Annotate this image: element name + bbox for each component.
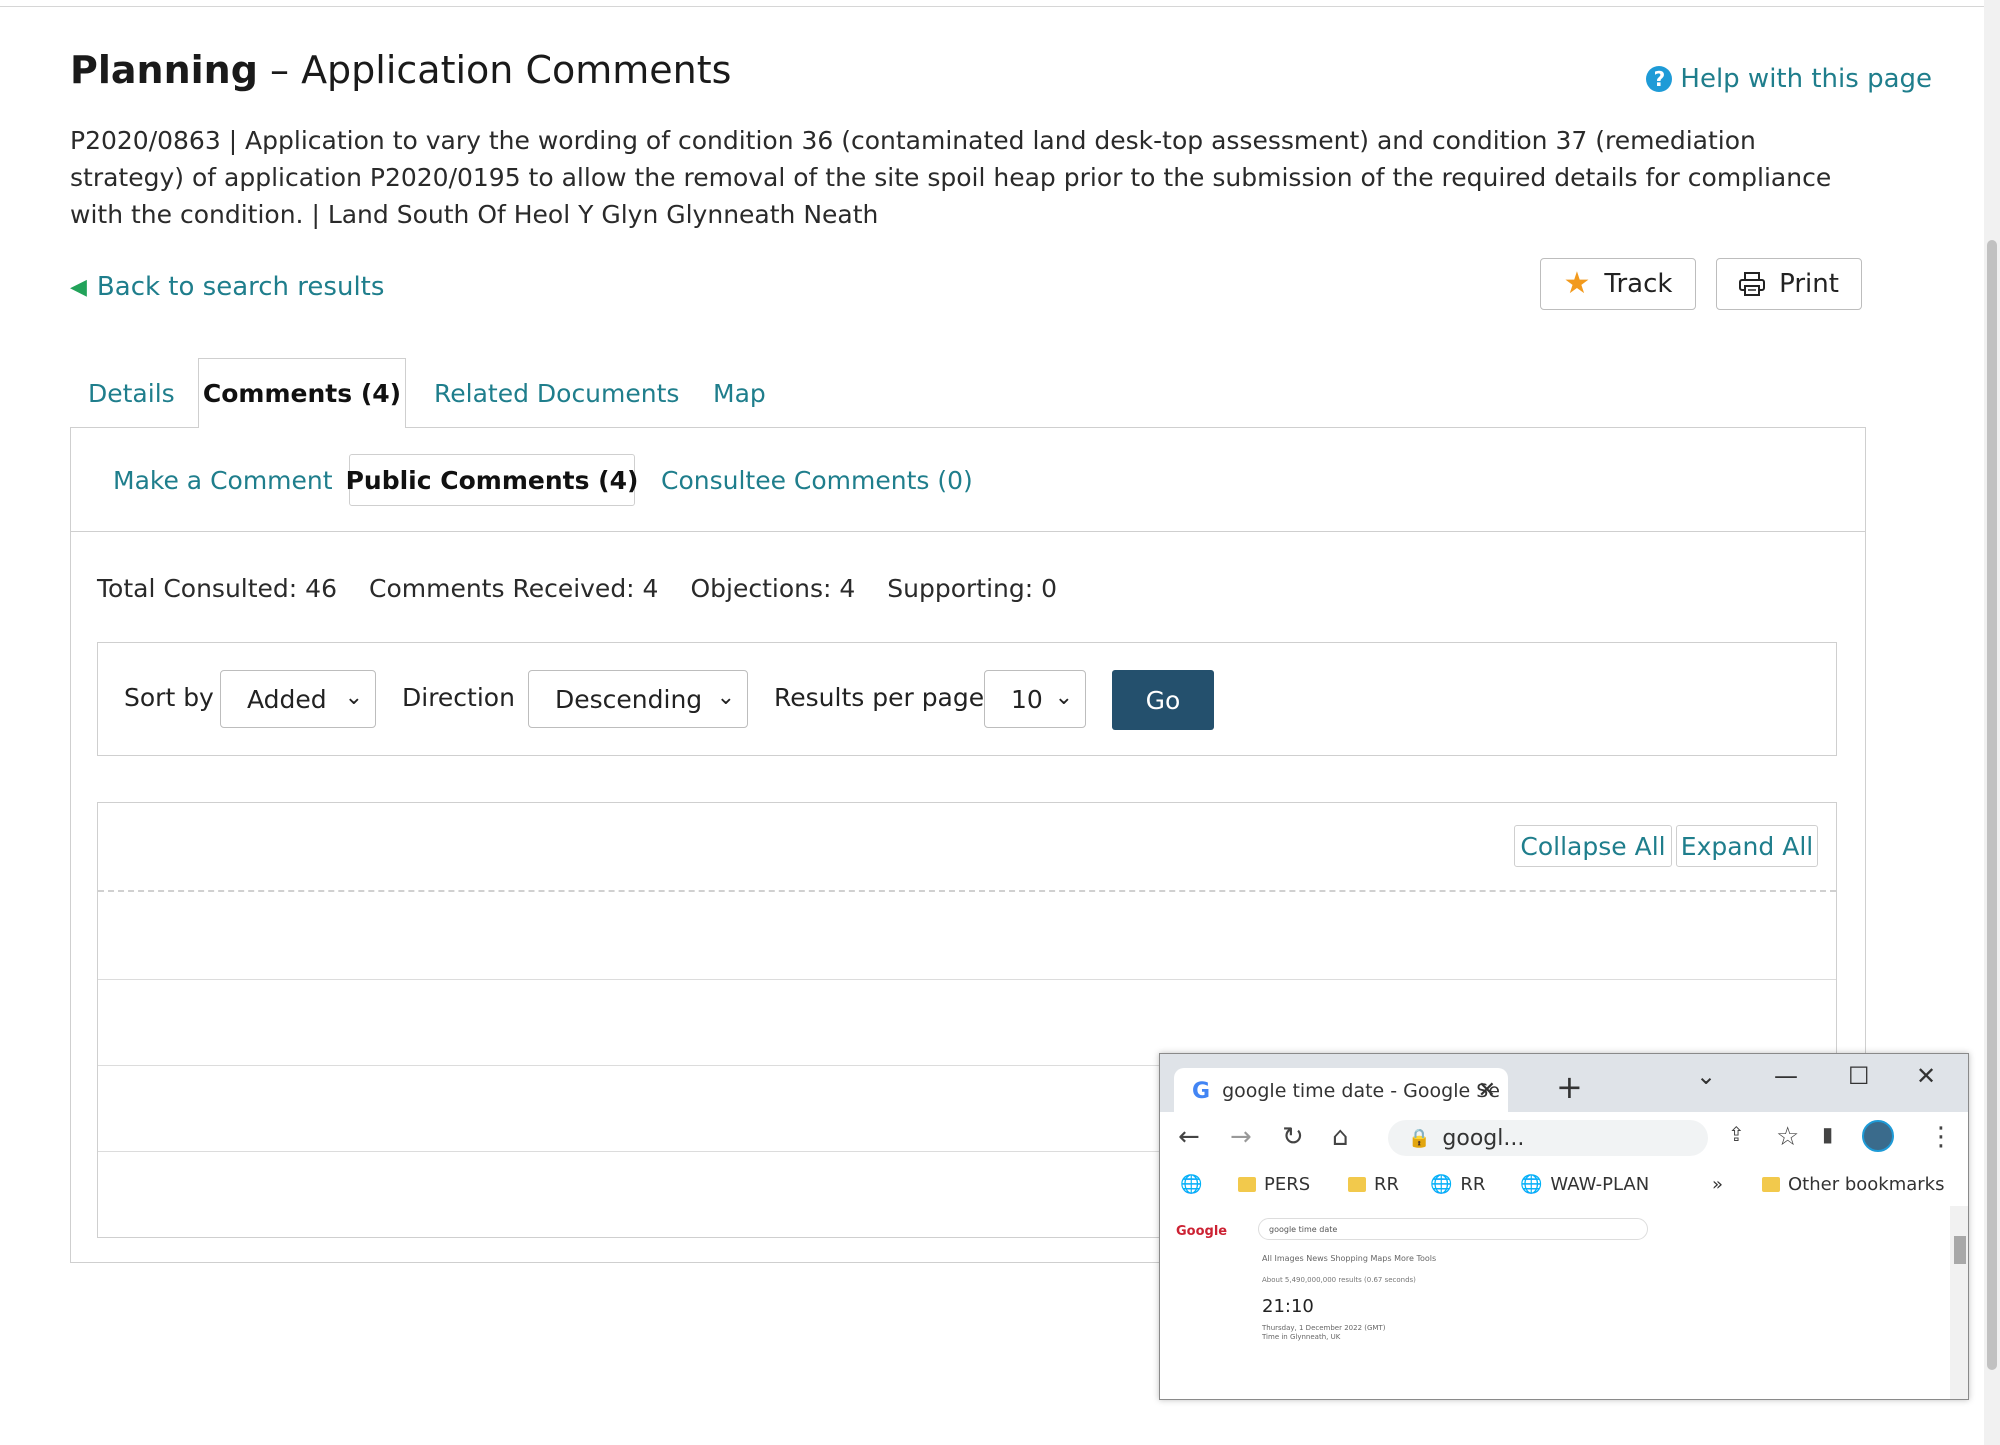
top-divider bbox=[0, 6, 1984, 7]
chrome-window: G google time date - Google Se ✕ + ⌄ — ☐… bbox=[1159, 1053, 1969, 1400]
direction-value: Descending bbox=[555, 684, 703, 714]
back-link-label: Back to search results bbox=[96, 272, 385, 302]
comment-stats: Total Consulted: 46 Comments Received: 4 O… bbox=[97, 574, 1089, 603]
bookmark-star-icon[interactable]: ☆ bbox=[1776, 1122, 1799, 1152]
globe-icon: 🌐 bbox=[1520, 1174, 1543, 1195]
help-link-label: Help with this page bbox=[1680, 64, 1932, 94]
direction-select[interactable]: Descending ⌄ bbox=[528, 670, 748, 728]
address-bar[interactable]: 🔒 googl... bbox=[1388, 1120, 1708, 1156]
tab-related-documents[interactable]: Related Documents bbox=[434, 358, 679, 428]
stat-supporting: Supporting: 0 bbox=[887, 574, 1058, 603]
side-panel-icon[interactable]: ▮ bbox=[1822, 1122, 1833, 1146]
bookmark-rr-folder[interactable]: RR bbox=[1348, 1174, 1399, 1195]
minimize-icon[interactable]: — bbox=[1774, 1062, 1798, 1090]
stat-comments-received: Comments Received: 4 bbox=[368, 574, 659, 603]
tab-comments[interactable]: Comments (4) bbox=[198, 358, 406, 428]
profile-avatar[interactable] bbox=[1862, 1120, 1894, 1152]
share-icon[interactable]: ⇪ bbox=[1728, 1122, 1745, 1146]
results-divider bbox=[98, 890, 1836, 892]
per-page-label: Results per page bbox=[774, 683, 985, 712]
chrome-tab[interactable]: G google time date - Google Se ✕ bbox=[1174, 1068, 1508, 1114]
track-button[interactable]: ★ Track bbox=[1540, 258, 1696, 310]
google-search-box[interactable]: google time date bbox=[1258, 1218, 1648, 1240]
home-icon[interactable]: ⌂ bbox=[1332, 1122, 1349, 1152]
subtab-public-comments[interactable]: Public Comments (4) bbox=[346, 454, 638, 506]
google-result-count: About 5,490,000,000 results (0.67 second… bbox=[1262, 1276, 1416, 1284]
print-button[interactable]: Print bbox=[1716, 258, 1862, 310]
direction-label: Direction bbox=[402, 683, 515, 712]
bookmarks-overflow-button[interactable]: » bbox=[1712, 1174, 1723, 1195]
subtab-consultee-comments[interactable]: Consultee Comments (0) bbox=[661, 454, 973, 506]
back-to-results-link[interactable]: ◀ Back to search results bbox=[70, 272, 384, 302]
sort-by-value: Added bbox=[247, 684, 327, 714]
forward-arrow-icon[interactable]: → bbox=[1230, 1122, 1252, 1152]
google-date-result: Thursday, 1 December 2022 (GMT) Time in … bbox=[1262, 1324, 1386, 1341]
new-tab-button[interactable]: + bbox=[1556, 1068, 1583, 1106]
expand-all-button[interactable]: Expand All bbox=[1676, 825, 1818, 867]
folder-icon bbox=[1762, 1177, 1780, 1192]
scrollbar-thumb[interactable] bbox=[1987, 240, 1997, 1370]
bookmark-pers[interactable]: PERS bbox=[1238, 1174, 1310, 1195]
help-link[interactable]: ? Help with this page bbox=[1600, 64, 1932, 94]
page-title-rest: – Application Comments bbox=[257, 48, 732, 92]
tab-details[interactable]: Details bbox=[88, 358, 175, 428]
bookmark-waw-plan[interactable]: 🌐 WAW-PLAN bbox=[1520, 1174, 1649, 1195]
chrome-toolbar: ← → ↻ ⌂ 🔒 googl... ⇪ ☆ ▮ ⋮ bbox=[1160, 1112, 1968, 1162]
google-favicon-icon: G bbox=[1192, 1078, 1211, 1104]
google-logo[interactable]: Google bbox=[1176, 1224, 1227, 1239]
chrome-scrollbar-thumb[interactable] bbox=[1954, 1236, 1966, 1264]
track-label: Track bbox=[1604, 269, 1673, 299]
printer-icon bbox=[1739, 272, 1766, 296]
chevron-down-icon: ⌄ bbox=[1054, 685, 1073, 710]
go-button[interactable]: Go bbox=[1112, 670, 1214, 730]
stat-total-consulted: Total Consulted: 46 bbox=[97, 574, 337, 603]
page-scrollbar[interactable] bbox=[1984, 0, 2000, 1445]
chrome-scrollbar[interactable] bbox=[1950, 1206, 1968, 1399]
chrome-tab-title: google time date - Google Se bbox=[1222, 1080, 1500, 1102]
bookmark-rr-site[interactable]: 🌐 RR bbox=[1430, 1174, 1485, 1195]
subtab-make-comment[interactable]: Make a Comment bbox=[113, 454, 333, 506]
tab-map[interactable]: Map bbox=[713, 358, 766, 428]
print-label: Print bbox=[1779, 269, 1839, 299]
menu-kebab-icon[interactable]: ⋮ bbox=[1928, 1122, 1954, 1152]
folder-icon bbox=[1238, 1177, 1256, 1192]
sort-by-select[interactable]: Added ⌄ bbox=[220, 670, 376, 728]
bookmarks-bar: 🌐 PERS RR 🌐 RR 🌐 WAW-PLAN » Other bookmark… bbox=[1160, 1162, 1968, 1207]
close-window-icon[interactable]: ✕ bbox=[1916, 1062, 1936, 1090]
close-tab-icon[interactable]: ✕ bbox=[1478, 1078, 1496, 1103]
maximize-icon[interactable]: ☐ bbox=[1848, 1062, 1870, 1090]
sort-by-label: Sort by bbox=[124, 683, 214, 712]
star-icon: ★ bbox=[1563, 266, 1591, 301]
per-page-select[interactable]: 10 ⌄ bbox=[984, 670, 1086, 728]
globe-icon: 🌐 bbox=[1430, 1174, 1453, 1195]
main-tabs: Details Comments (4) Related Documents M… bbox=[70, 358, 1870, 428]
chevron-down-icon: ⌄ bbox=[344, 685, 363, 710]
tab-search-icon[interactable]: ⌄ bbox=[1696, 1062, 1716, 1090]
google-results-page: Google google time date All Images News … bbox=[1160, 1206, 1950, 1399]
comment-row-divider bbox=[98, 979, 1836, 980]
question-circle-icon: ? bbox=[1646, 66, 1673, 92]
page-title-bold: Planning bbox=[70, 48, 258, 92]
google-result-tabs[interactable]: All Images News Shopping Maps More Tools bbox=[1262, 1254, 1436, 1263]
arrow-left-icon: ◀ bbox=[70, 274, 87, 300]
address-text: googl... bbox=[1442, 1125, 1525, 1151]
lock-icon: 🔒 bbox=[1408, 1127, 1431, 1149]
folder-icon bbox=[1348, 1177, 1366, 1192]
chrome-titlebar: G google time date - Google Se ✕ + ⌄ — ☐… bbox=[1160, 1054, 1968, 1114]
globe-icon[interactable]: 🌐 bbox=[1180, 1174, 1202, 1195]
other-bookmarks[interactable]: Other bookmarks bbox=[1762, 1174, 1944, 1195]
stat-objections: Objections: 4 bbox=[690, 574, 856, 603]
chevron-down-icon: ⌄ bbox=[716, 685, 735, 710]
reload-icon[interactable]: ↻ bbox=[1282, 1122, 1304, 1152]
sort-controls: Sort by Added ⌄ Direction Descending ⌄ R… bbox=[97, 642, 1837, 756]
page-title: Planning – Application Comments bbox=[70, 48, 731, 92]
back-arrow-icon[interactable]: ← bbox=[1178, 1122, 1200, 1152]
per-page-value: 10 bbox=[1011, 684, 1043, 714]
google-time-result: 21:10 bbox=[1262, 1296, 1314, 1317]
application-description: P2020/0863 | Application to vary the wor… bbox=[70, 126, 1832, 229]
comment-subtabs: Make a Comment Public Comments (4) Consu… bbox=[71, 428, 1865, 532]
collapse-all-button[interactable]: Collapse All bbox=[1514, 825, 1672, 867]
